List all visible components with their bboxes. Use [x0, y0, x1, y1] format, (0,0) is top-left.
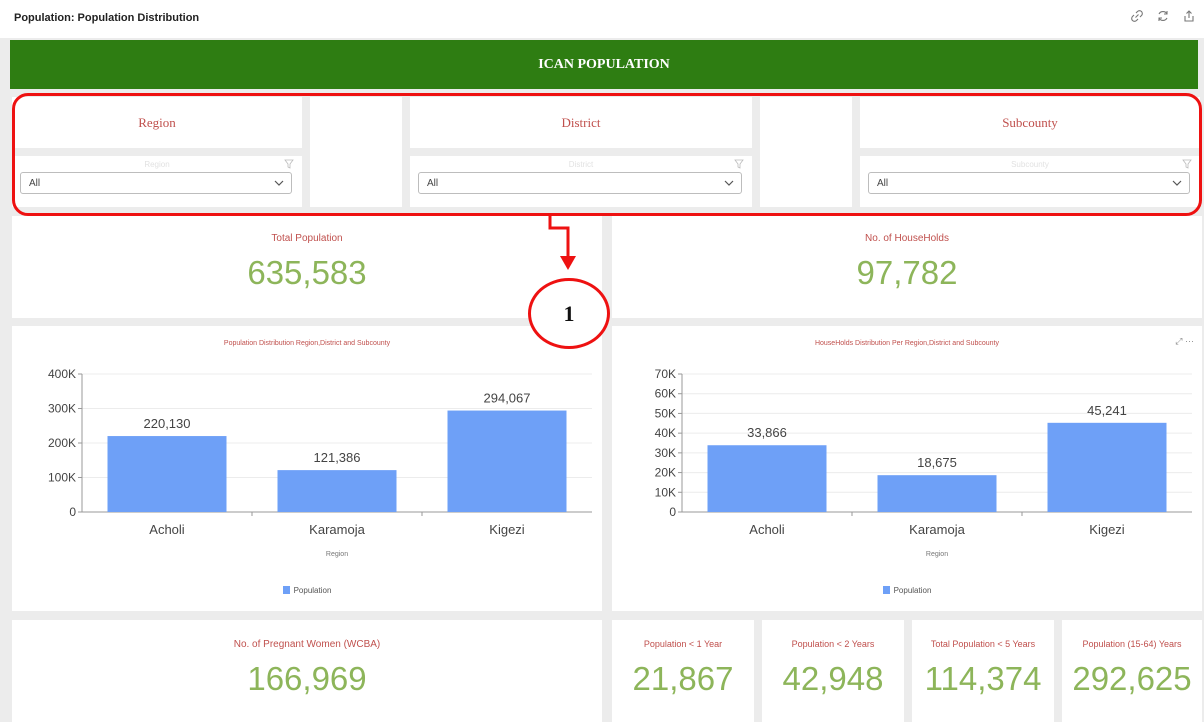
subcounty-select[interactable]: All — [868, 172, 1190, 194]
population-under-5-card: Total Population < 5 Years 114,374 — [912, 620, 1054, 722]
bar — [447, 410, 567, 512]
kpi-value: 42,948 — [782, 660, 884, 697]
y-tick-label: 0 — [669, 505, 676, 519]
chevron-down-icon — [724, 180, 734, 186]
region-filter-title: Region — [12, 97, 302, 148]
page-title: Population: Population Distribution — [14, 12, 200, 24]
kpi-value: 114,374 — [924, 660, 1042, 697]
link-icon[interactable] — [1130, 9, 1144, 23]
kpi-title: Total Population — [271, 233, 343, 244]
population-chart-panel: Population Distribution Region,District … — [12, 326, 602, 611]
y-tick-label: 200K — [48, 436, 76, 450]
kpi-title: Population < 2 Years — [791, 639, 875, 649]
filter-icon[interactable] — [284, 159, 294, 169]
y-tick-label: 400K — [48, 367, 76, 381]
y-tick-label: 0 — [69, 505, 76, 519]
region-filter: Region All — [12, 156, 302, 207]
x-tick-label: Kigezi — [1089, 522, 1125, 537]
chevron-down-icon — [1172, 180, 1182, 186]
total-population-card: Total Population 635,583 — [12, 216, 602, 318]
x-tick-label: Acholi — [749, 522, 785, 537]
x-tick-label: Karamoja — [309, 522, 365, 537]
district-filter-label: District — [568, 160, 594, 169]
chevron-down-icon — [274, 180, 284, 186]
toolbar-icons — [1130, 9, 1196, 23]
subcounty-filter: Subcounty All — [860, 156, 1200, 207]
subcounty-filter-label: Subcounty — [1011, 160, 1049, 169]
population-15-64-card: Population (15-64) Years 292,625 — [1062, 620, 1202, 722]
y-tick-label: 60K — [655, 387, 676, 401]
region-select[interactable]: All — [20, 172, 292, 194]
legend-label: Population — [293, 586, 332, 595]
population-under-2-card: Population < 2 Years 42,948 — [762, 620, 904, 722]
population-bar-chart: 0 100K 200K 300K 400K 220,130 Acholi 121,386 Kar… — [48, 367, 592, 558]
callout-number: 1 — [528, 278, 610, 349]
y-tick-label: 30K — [655, 446, 676, 460]
bar — [707, 445, 827, 512]
y-tick-label: 70K — [655, 367, 676, 381]
data-label: 33,866 — [747, 425, 787, 440]
y-tick-label: 10K — [655, 485, 676, 499]
data-label: 121,386 — [314, 450, 361, 465]
households-bar-chart: 0 10K 20K 30K 40K 50K 60K 70K 33,866 Acholi 18,675… — [655, 367, 1192, 558]
y-tick-label: 20K — [655, 466, 676, 480]
bar — [107, 436, 227, 512]
x-tick-label: Karamoja — [909, 522, 965, 537]
dashboard-banner: ICAN POPULATION — [10, 40, 1198, 89]
data-label: 45,241 — [1087, 403, 1127, 418]
kpi-title: Total Population < 5 Years — [930, 639, 1036, 649]
kpi-value: 635,583 — [247, 254, 367, 291]
kpi-value: 21,867 — [632, 660, 734, 697]
share-icon[interactable] — [1182, 9, 1196, 23]
filter-icon[interactable] — [734, 159, 744, 169]
y-tick-label: 300K — [48, 402, 76, 416]
spacer-panel — [310, 97, 402, 207]
chart-legend[interactable]: Population — [12, 586, 602, 595]
district-filter: District All — [410, 156, 752, 207]
data-label: 220,130 — [144, 416, 191, 431]
x-tick-label: Acholi — [149, 522, 185, 537]
kpi-title: Population < 1 Year — [643, 639, 723, 649]
district-select-value: All — [427, 178, 439, 189]
refresh-icon[interactable] — [1156, 9, 1170, 23]
district-select[interactable]: All — [418, 172, 742, 194]
x-tick-label: Kigezi — [489, 522, 525, 537]
legend-swatch — [882, 586, 890, 594]
bar — [277, 470, 397, 512]
y-tick-label: 40K — [655, 426, 676, 440]
x-axis-title: Region — [926, 551, 948, 558]
bar — [877, 475, 997, 512]
x-axis-title: Region — [326, 551, 348, 558]
top-bar: Population: Population Distribution — [0, 0, 1204, 38]
legend-label: Population — [893, 586, 932, 595]
households-card: No. of HouseHolds 97,782 — [612, 216, 1202, 318]
kpi-value: 166,969 — [247, 660, 367, 697]
subcounty-select-value: All — [877, 178, 889, 189]
bar — [1047, 422, 1167, 512]
kpi-title: No. of HouseHolds — [865, 233, 949, 244]
legend-swatch — [282, 586, 290, 594]
district-filter-title: District — [410, 97, 752, 148]
y-tick-label: 100K — [48, 471, 76, 485]
kpi-value: 292,625 — [1072, 660, 1192, 697]
kpi-title: Population (15-64) Years — [1082, 639, 1182, 649]
households-chart-panel: HouseHolds Distribution Per Region,Distr… — [612, 326, 1202, 611]
data-label: 18,675 — [917, 455, 957, 470]
subcounty-filter-title: Subcounty — [860, 97, 1200, 148]
spacer-panel — [760, 97, 852, 207]
filter-icon[interactable] — [1182, 159, 1192, 169]
y-tick-label: 50K — [655, 406, 676, 420]
pregnant-women-card: No. of Pregnant Women (WCBA) 166,969 — [12, 620, 602, 722]
data-label: 294,067 — [484, 391, 531, 406]
kpi-title: No. of Pregnant Women (WCBA) — [233, 639, 381, 650]
region-select-value: All — [29, 178, 41, 189]
chart-legend[interactable]: Population — [612, 586, 1202, 595]
region-filter-label: Region — [144, 160, 170, 169]
population-under-1-card: Population < 1 Year 21,867 — [612, 620, 754, 722]
kpi-value: 97,782 — [856, 254, 958, 291]
